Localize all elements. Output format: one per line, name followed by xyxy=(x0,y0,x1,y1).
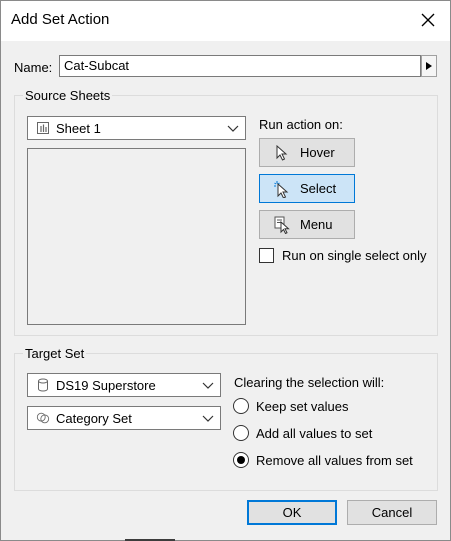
set-dropdown[interactable]: Category Set xyxy=(27,406,221,430)
triangle-right-icon xyxy=(426,62,432,70)
datasource-dropdown-value: DS19 Superstore xyxy=(56,377,156,393)
title-bar: Add Set Action xyxy=(1,1,450,41)
add-set-action-dialog: Add Set Action Name: Cat-Subcat Source S… xyxy=(0,0,451,541)
remove-all-option[interactable]: Remove all values from set xyxy=(233,452,413,468)
hover-button-label: Hover xyxy=(300,145,335,160)
close-button[interactable] xyxy=(416,8,440,32)
single-select-label: Run on single select only xyxy=(282,248,427,263)
clearing-label: Clearing the selection will: xyxy=(234,375,385,390)
menu-cursor-icon xyxy=(274,216,290,234)
hover-button[interactable]: Hover xyxy=(259,138,355,167)
close-icon xyxy=(421,13,435,27)
sheet-dropdown-value: Sheet 1 xyxy=(56,120,101,136)
name-input[interactable]: Cat-Subcat xyxy=(59,55,421,77)
source-sheets-label: Source Sheets xyxy=(23,88,113,103)
sheet-dropdown[interactable]: Sheet 1 xyxy=(27,116,246,140)
sheet-icon xyxy=(36,121,50,135)
chevron-down-icon xyxy=(202,381,214,389)
add-all-label: Add all values to set xyxy=(256,425,373,441)
name-label: Name: xyxy=(14,60,53,75)
database-icon xyxy=(36,378,50,392)
cancel-button[interactable]: Cancel xyxy=(347,500,437,525)
add-all-radio[interactable] xyxy=(233,425,249,441)
select-cursor-icon xyxy=(274,180,290,198)
run-action-label: Run action on: xyxy=(259,117,343,132)
keep-values-label: Keep set values xyxy=(256,398,349,414)
dialog-title: Add Set Action xyxy=(11,11,110,28)
chevron-down-icon xyxy=(202,414,214,422)
target-set-label: Target Set xyxy=(23,346,87,361)
hover-cursor-icon xyxy=(274,144,290,162)
set-dropdown-value: Category Set xyxy=(56,410,132,426)
keep-values-option[interactable]: Keep set values xyxy=(233,398,349,414)
single-select-checkbox[interactable] xyxy=(259,248,274,263)
remove-all-label: Remove all values from set xyxy=(256,452,413,468)
add-all-option[interactable]: Add all values to set xyxy=(233,425,372,441)
select-button[interactable]: Select xyxy=(259,174,355,203)
menu-button[interactable]: Menu xyxy=(259,210,355,239)
single-select-option[interactable]: Run on single select only xyxy=(259,248,427,263)
keep-values-radio[interactable] xyxy=(233,398,249,414)
sheet-list[interactable] xyxy=(27,148,246,325)
set-icon xyxy=(36,411,50,425)
ok-button[interactable]: OK xyxy=(247,500,337,525)
menu-button-label: Menu xyxy=(300,217,333,232)
datasource-dropdown[interactable]: DS19 Superstore xyxy=(27,373,221,397)
select-button-label: Select xyxy=(300,181,337,196)
chevron-down-icon xyxy=(227,124,239,132)
name-menu-button[interactable] xyxy=(421,55,437,77)
remove-all-radio[interactable] xyxy=(233,452,249,468)
